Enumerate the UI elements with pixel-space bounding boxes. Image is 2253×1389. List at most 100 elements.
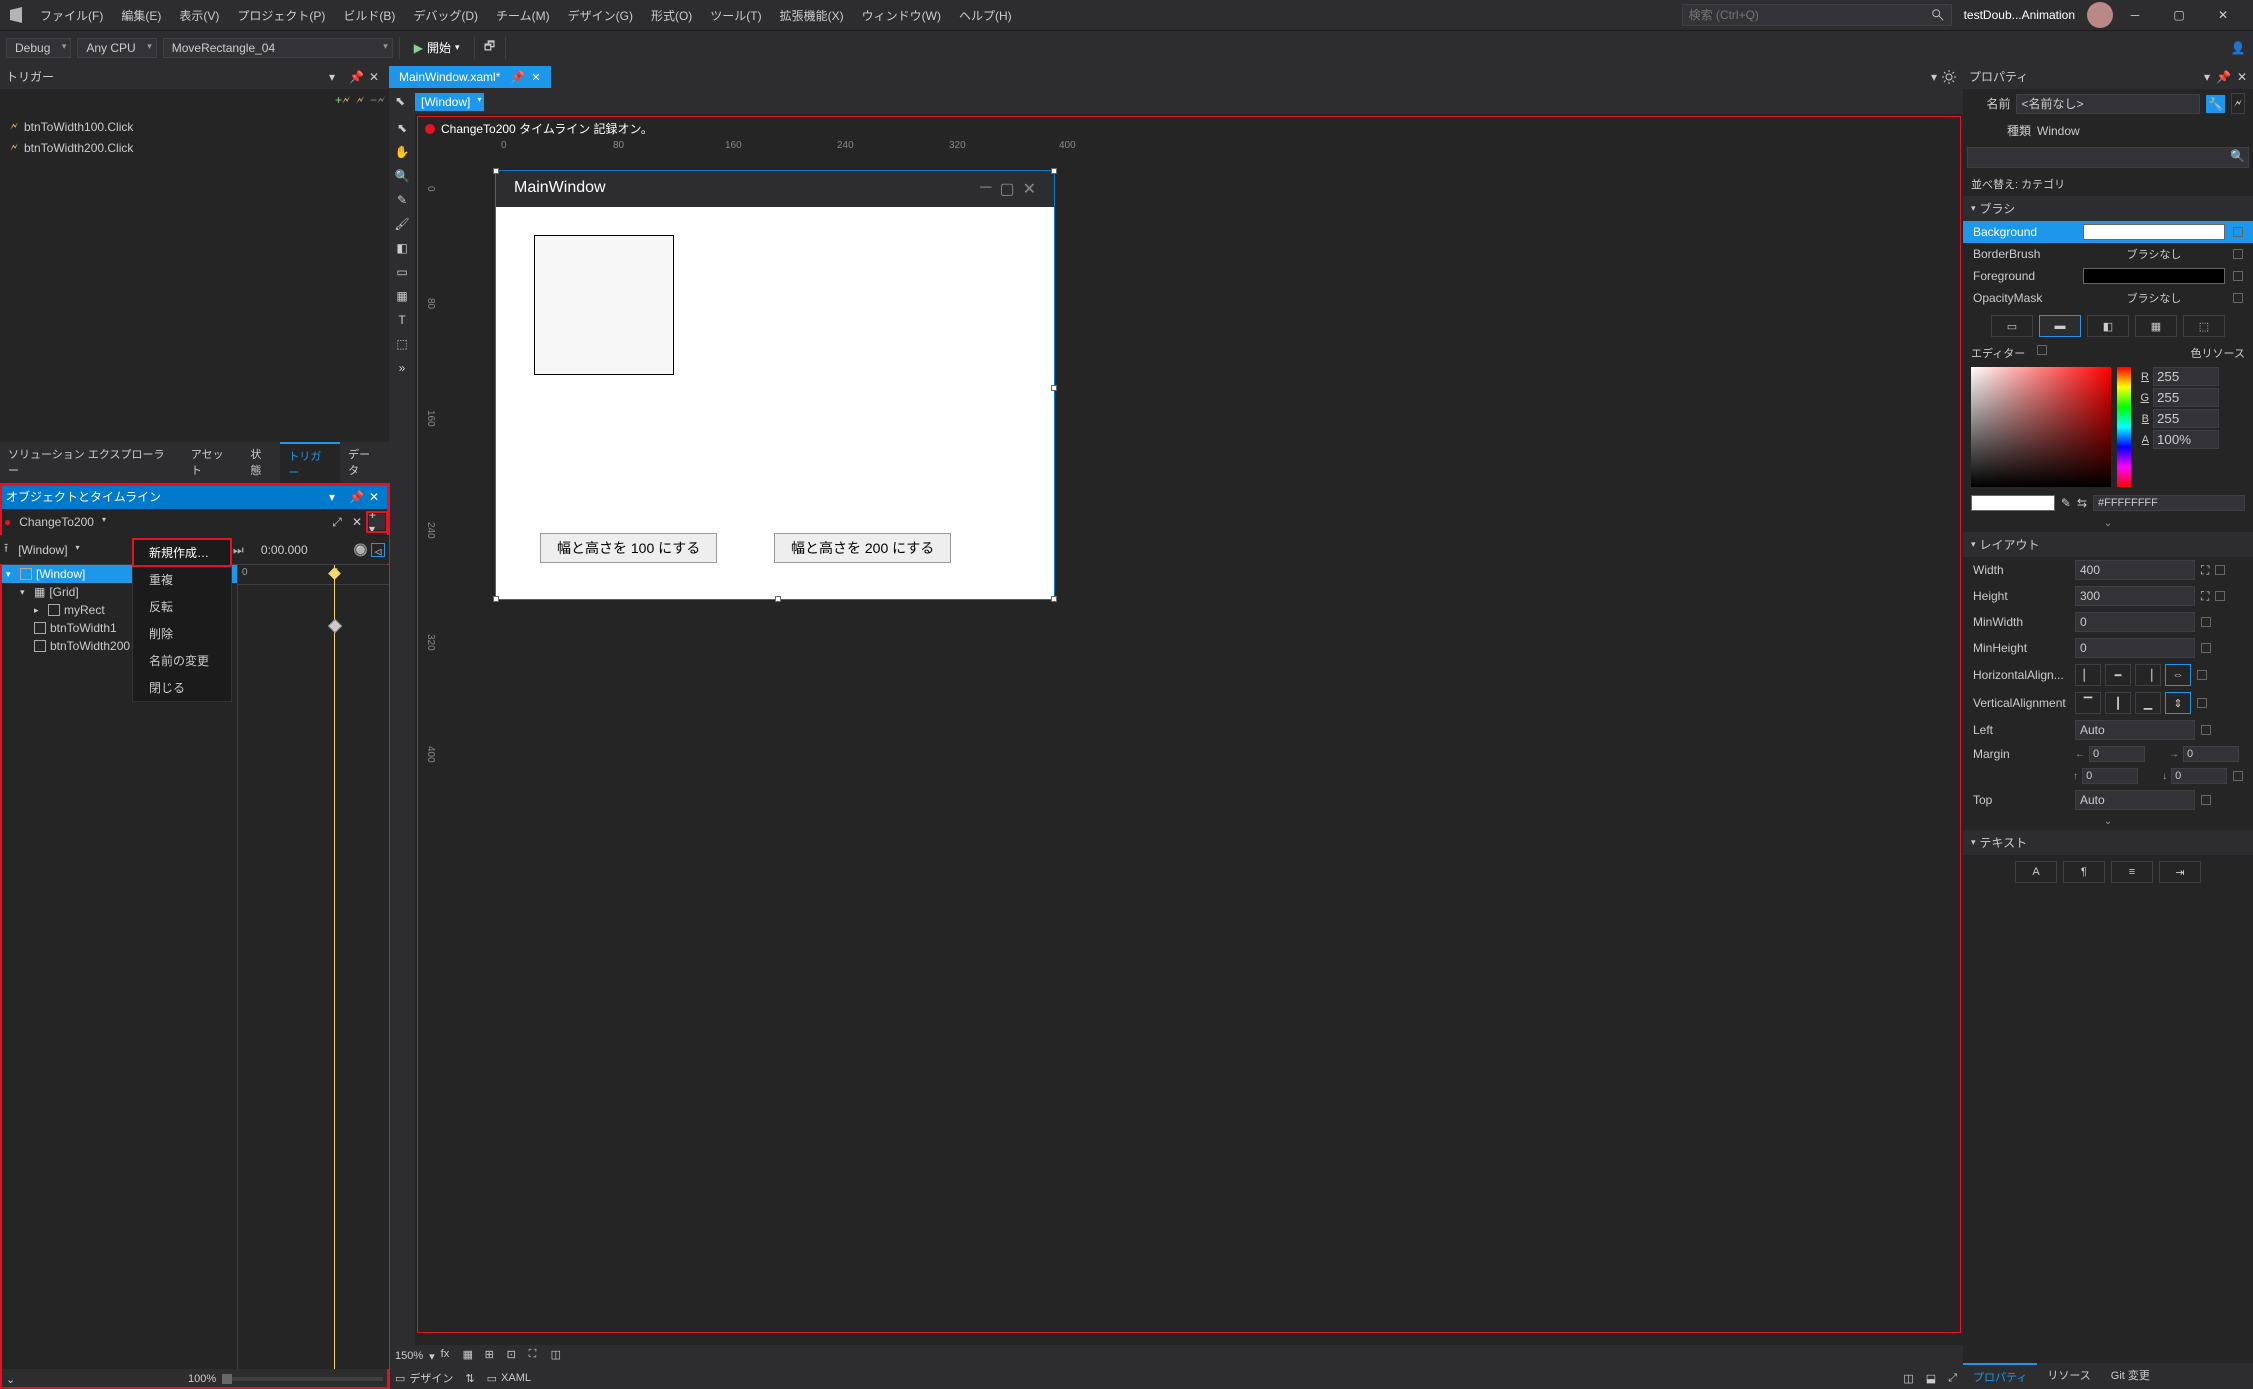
auto-icon[interactable]: ⛶: [2201, 589, 2209, 604]
window-maximize[interactable]: ▢: [2157, 0, 2201, 30]
margin-top-input[interactable]: [2082, 768, 2138, 784]
menu-tools[interactable]: ツール(T): [702, 3, 769, 28]
tab-properties[interactable]: プロパティ: [1963, 1363, 2037, 1389]
search-bar[interactable]: [1682, 4, 1952, 26]
split-icon[interactable]: ◫: [551, 1348, 567, 1364]
zoom-value[interactable]: 150%: [395, 1350, 423, 1362]
margin-left-input[interactable]: [2089, 746, 2145, 762]
close-icon[interactable]: ✕: [369, 70, 383, 84]
tab-resources[interactable]: リソース: [2037, 1363, 2100, 1389]
width-input[interactable]: [2075, 560, 2195, 580]
menu-format[interactable]: 形式(O): [643, 3, 700, 28]
zoom-tool-icon[interactable]: 🔍: [392, 166, 412, 186]
doc-tab-mainwindow[interactable]: MainWindow.xaml* 📌 ✕: [389, 66, 551, 88]
wrench-icon[interactable]: 🔧: [2206, 95, 2225, 113]
valign-top-icon[interactable]: ▔: [2075, 692, 2101, 714]
resize-handle[interactable]: [493, 596, 499, 602]
timeline-track-area[interactable]: 0 1: [238, 565, 389, 1369]
fx-icon[interactable]: fx: [441, 1348, 457, 1364]
context-close[interactable]: 閉じる: [133, 674, 231, 701]
chevron-down-icon[interactable]: ▾: [329, 490, 343, 504]
brush-tool-icon[interactable]: 🖌: [392, 214, 412, 234]
delete-trigger-icon[interactable]: −🗲: [370, 93, 385, 108]
brush-solid-icon[interactable]: ▬: [2039, 315, 2081, 337]
margin-bottom-input[interactable]: [2171, 768, 2227, 784]
brush-opacitymask[interactable]: OpacityMask ブラシなし: [1963, 287, 2253, 309]
start-debug-button[interactable]: ▶ 開始 ▾: [406, 37, 468, 58]
close-icon[interactable]: ✕: [531, 71, 540, 84]
chevron-down-icon[interactable]: ▾: [329, 70, 343, 84]
property-marker[interactable]: [2197, 698, 2207, 708]
resize-handle[interactable]: [493, 168, 499, 174]
brush-tile-icon[interactable]: ▦: [2135, 315, 2177, 337]
expand-more-icon[interactable]: ⌄: [1963, 515, 2253, 532]
margin-right-input[interactable]: [2183, 746, 2239, 762]
property-marker[interactable]: [2233, 227, 2243, 237]
snap-icon[interactable]: ⊞: [485, 1348, 501, 1364]
text-tool-icon[interactable]: T: [392, 310, 412, 330]
brush-gradient-icon[interactable]: ◧: [2087, 315, 2129, 337]
snap-lines-icon[interactable]: ⊡: [507, 1348, 523, 1364]
property-marker[interactable]: [2233, 293, 2243, 303]
brush-none-icon[interactable]: ▭: [1991, 315, 2033, 337]
chevron-down-icon[interactable]: ▾: [1931, 70, 1937, 84]
add-property-trigger-icon[interactable]: 🗲: [356, 93, 364, 108]
rect-tool-icon[interactable]: ▭: [392, 262, 412, 282]
window-close[interactable]: ✕: [2201, 0, 2245, 30]
snap-icon[interactable]: ⏿: [371, 543, 385, 557]
paragraph-icon[interactable]: ¶: [2063, 861, 2105, 883]
trigger-item[interactable]: 🗲btnToWidth100.Click: [10, 116, 379, 137]
scope-up-icon[interactable]: ⭱: [4, 539, 8, 560]
property-marker[interactable]: [2233, 271, 2243, 281]
context-new[interactable]: 新規作成…: [133, 539, 231, 566]
swap-color-icon[interactable]: ⇆: [2077, 496, 2087, 510]
category-brush-header[interactable]: ▾ブラシ: [1963, 196, 2253, 221]
tab-data[interactable]: データ: [340, 442, 389, 484]
zoom-slider[interactable]: [222, 1377, 383, 1381]
property-marker[interactable]: [2201, 725, 2211, 735]
minheight-input[interactable]: [2075, 638, 2195, 658]
sort-label[interactable]: 並べ替え: カテゴリ: [1963, 172, 2253, 196]
category-layout-header[interactable]: ▾レイアウト: [1963, 532, 2253, 557]
new-storyboard-button[interactable]: + ▾: [369, 514, 385, 530]
button-width-100[interactable]: 幅と高さを 100 にする: [540, 533, 717, 563]
lightning-icon[interactable]: 🗲: [2231, 93, 2245, 114]
resize-handle[interactable]: [1051, 168, 1057, 174]
eraser-tool-icon[interactable]: ◧: [392, 238, 412, 258]
tab-git-changes[interactable]: Git 変更: [2101, 1363, 2160, 1389]
menu-edit[interactable]: 編集(E): [113, 3, 169, 28]
tab-triggers[interactable]: トリガー: [280, 442, 340, 484]
property-search-input[interactable]: [1967, 147, 2249, 168]
menu-design[interactable]: デザイン(G): [560, 3, 641, 28]
grid-icon[interactable]: ▦: [463, 1348, 479, 1364]
live-share-icon[interactable]: 👤: [2229, 39, 2247, 57]
menu-extensions[interactable]: 拡張機能(X): [772, 3, 852, 28]
storyboard-dropdown[interactable]: ChangeTo200: [15, 513, 108, 531]
pin-icon[interactable]: 📌: [2216, 70, 2231, 84]
breadcrumb-item-window[interactable]: [Window]: [415, 93, 484, 111]
property-marker[interactable]: [2201, 795, 2211, 805]
goto-last-icon[interactable]: ⏭: [233, 543, 247, 557]
brush-foreground[interactable]: Foreground: [1963, 265, 2253, 287]
tab-design[interactable]: ▭デザイン: [395, 1370, 453, 1386]
auto-icon[interactable]: ⛶: [2201, 563, 2209, 578]
list-icon[interactable]: ≡: [2111, 861, 2153, 883]
menu-help[interactable]: ヘルプ(H): [951, 3, 1020, 28]
tab-states[interactable]: 状態: [242, 442, 280, 484]
trigger-item[interactable]: 🗲btnToWidth200.Click: [10, 137, 379, 158]
valign-stretch-icon[interactable]: ⇕: [2165, 692, 2191, 714]
minwidth-input[interactable]: [2075, 612, 2195, 632]
close-icon[interactable]: ✕: [369, 490, 383, 504]
close-icon[interactable]: ✕: [2237, 70, 2247, 84]
resize-handle[interactable]: [1051, 385, 1057, 391]
property-marker[interactable]: [2201, 643, 2211, 653]
property-marker[interactable]: [2197, 670, 2207, 680]
keyframe-marker[interactable]: [328, 619, 342, 633]
height-input[interactable]: [2075, 586, 2195, 606]
tab-assets[interactable]: アセット: [183, 442, 243, 484]
expand-icon[interactable]: ⤢: [1948, 1372, 1957, 1385]
user-avatar[interactable]: [2087, 2, 2113, 28]
window-minimize[interactable]: ─: [2113, 0, 2157, 30]
valign-center-icon[interactable]: ┃: [2105, 692, 2131, 714]
menu-project[interactable]: プロジェクト(P): [229, 3, 333, 28]
